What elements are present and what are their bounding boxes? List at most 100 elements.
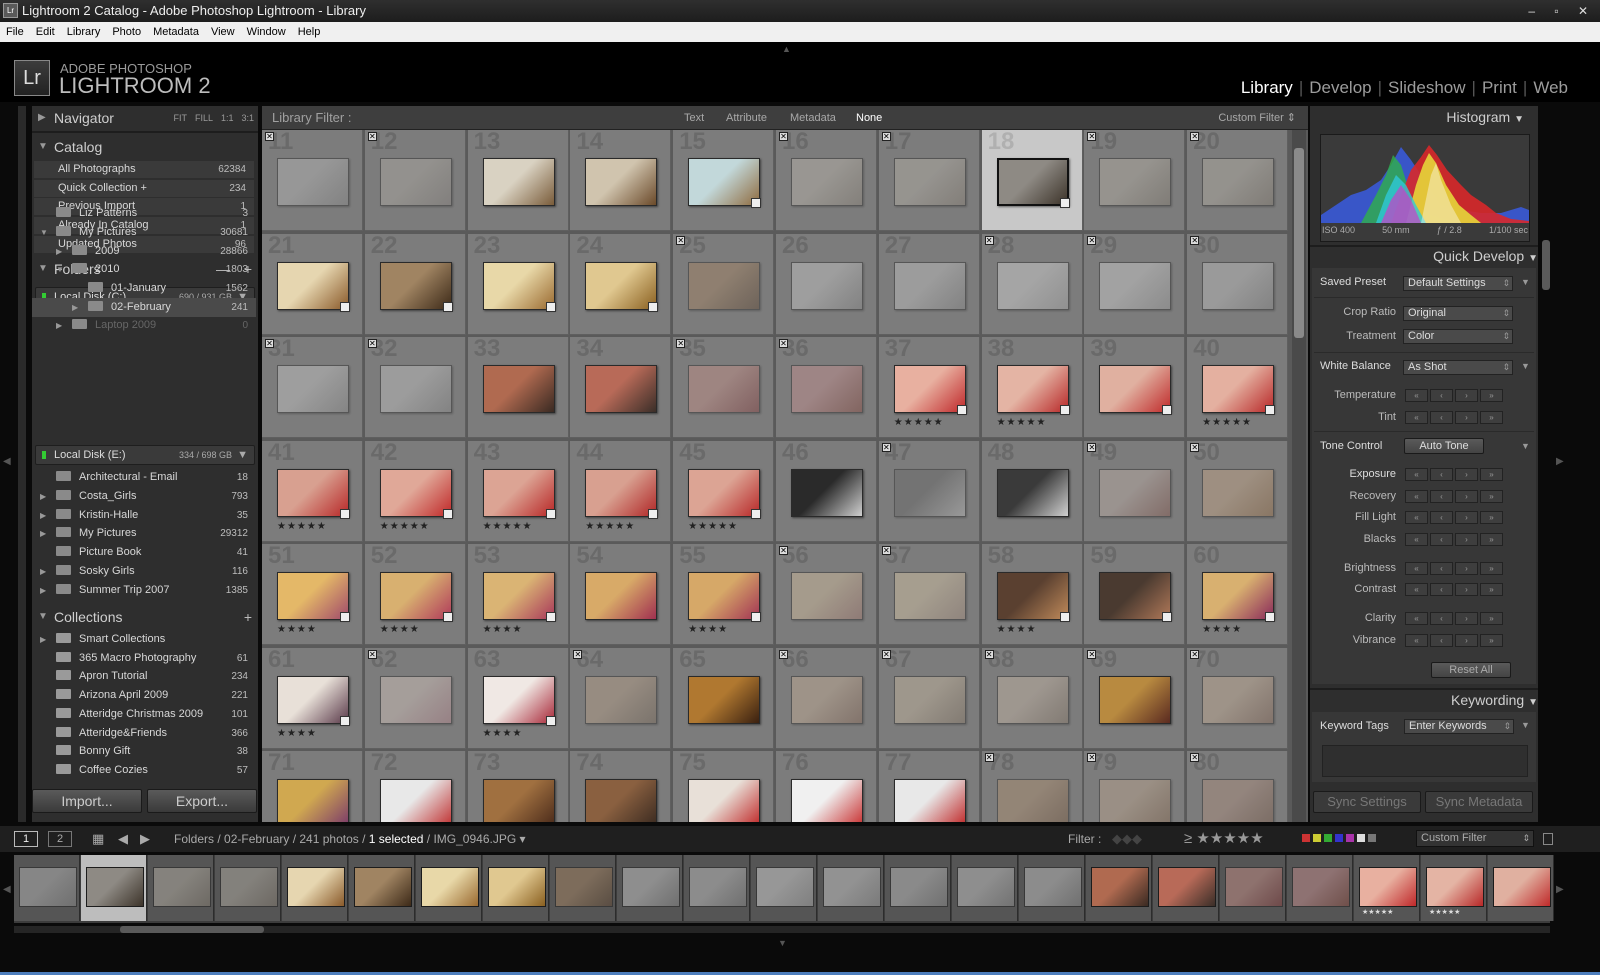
grid-cell[interactable]: 76 — [776, 749, 877, 822]
grid-cell[interactable]: 15 — [673, 130, 775, 231]
filmstrip-frame[interactable]: ★★★★★ — [1421, 855, 1487, 921]
filmstrip-frame[interactable] — [885, 855, 951, 921]
filmstrip-thumbnail[interactable] — [153, 867, 211, 907]
menu-photo[interactable]: Photo — [112, 26, 141, 38]
filmstrip-frame[interactable] — [81, 855, 147, 921]
photo-thumbnail[interactable] — [1202, 158, 1275, 206]
grid-cell[interactable]: 55 ★★★★ — [673, 542, 775, 645]
grid-view-icon[interactable]: ▦ — [92, 826, 104, 852]
photo-thumbnail[interactable] — [1202, 675, 1275, 724]
step-up-large[interactable]: » — [1480, 562, 1503, 575]
photo-thumbnail[interactable] — [996, 572, 1069, 620]
zoom-option-0[interactable]: FIT — [173, 113, 187, 123]
filmstrip-thumbnail[interactable] — [957, 867, 1015, 907]
recovery-stepper[interactable]: «‹ ›» — [1405, 490, 1503, 503]
grid-scrollbar-thumb[interactable] — [1294, 148, 1304, 338]
star-rating[interactable]: ★★★★★ — [585, 521, 635, 532]
photo-thumbnail[interactable] — [277, 572, 349, 620]
grid-cell[interactable]: 22 — [364, 232, 466, 335]
reject-flag-icon[interactable]: ✕ — [881, 649, 891, 659]
reject-flag-icon[interactable]: ✕ — [367, 132, 377, 141]
star-rating[interactable]: ★★★★★ — [688, 521, 738, 532]
star-rating[interactable]: ★★★★★ — [894, 417, 944, 428]
grid-cell[interactable]: 21 — [262, 232, 363, 335]
step-up-large[interactable]: » — [1480, 612, 1503, 625]
sync-metadata-button[interactable]: Sync Metadata — [1425, 791, 1533, 813]
step-down[interactable]: ‹ — [1430, 511, 1453, 524]
folder-item[interactable]: ▶ Costa_Girls 793 — [32, 487, 256, 506]
photo-thumbnail[interactable] — [688, 572, 761, 620]
collection-item[interactable]: 365 Macro Photography 61 — [32, 649, 256, 668]
disk-e[interactable]: Local Disk (E:) 334 / 698 GB ▼ — [35, 445, 255, 465]
grid-cell[interactable]: 57 ✕ — [878, 542, 980, 645]
photo-thumbnail[interactable] — [1099, 261, 1172, 310]
reject-flag-icon[interactable]: ✕ — [676, 235, 686, 245]
grid-cell[interactable]: 56 ✕ — [776, 542, 877, 645]
photo-thumbnail[interactable] — [585, 158, 658, 206]
step-down[interactable]: ‹ — [1430, 533, 1453, 546]
reject-flag-icon[interactable]: ✕ — [779, 339, 788, 348]
grid-cell[interactable]: 67 ✕ — [878, 646, 980, 749]
step-down[interactable]: ‹ — [1430, 583, 1453, 596]
photo-thumbnail[interactable] — [277, 779, 349, 822]
module-web[interactable]: Web — [1533, 78, 1568, 97]
photo-thumbnail[interactable] — [688, 675, 761, 724]
grid-cell[interactable]: 14 — [570, 130, 672, 231]
menu-file[interactable]: File — [6, 26, 24, 38]
filmstrip-right-icon[interactable]: ▶ — [1556, 884, 1564, 895]
grid-cell[interactable]: 61 ★★★★ — [262, 646, 363, 749]
filmstrip-frame[interactable] — [751, 855, 817, 921]
folder-item[interactable]: ▶ Summer Trip 2007 1385 — [32, 581, 256, 600]
star-rating[interactable]: ★★★★ — [277, 624, 317, 635]
photo-thumbnail[interactable] — [379, 365, 452, 413]
grid-cell[interactable]: 34 — [570, 335, 672, 438]
grid-cell[interactable]: 33 — [467, 335, 569, 438]
step-up-large[interactable]: » — [1480, 634, 1503, 647]
section-toggle-icon[interactable]: ▼ — [1521, 720, 1530, 730]
brightness-stepper[interactable]: «‹ ›» — [1405, 562, 1503, 575]
reject-flag-icon[interactable]: ✕ — [1087, 442, 1097, 452]
step-up[interactable]: › — [1455, 490, 1478, 503]
reject-flag-icon[interactable]: ✕ — [1190, 132, 1200, 141]
filmstrip-thumbnail[interactable] — [1493, 867, 1551, 907]
filmstrip-frame[interactable] — [684, 855, 750, 921]
photo-thumbnail[interactable] — [893, 261, 966, 310]
filmstrip-source[interactable]: Folders / 02-February / 241 photos / 1 s… — [174, 826, 526, 852]
saved-preset-select[interactable]: Default Settings ⇕ — [1403, 276, 1513, 291]
reject-flag-icon[interactable]: ✕ — [1190, 235, 1200, 245]
grid-cell[interactable]: 51 ★★★★ — [262, 542, 363, 645]
step-down-large[interactable]: « — [1405, 468, 1428, 481]
grid-cell[interactable]: 54 — [570, 542, 672, 645]
reject-flag-icon[interactable]: ✕ — [367, 339, 377, 348]
collection-item[interactable]: Arizona April 2009 221 — [32, 686, 256, 705]
step-up-large[interactable]: » — [1480, 533, 1503, 546]
filter-text[interactable]: Text — [684, 106, 704, 130]
photo-thumbnail[interactable] — [688, 158, 761, 206]
photo-thumbnail[interactable] — [585, 675, 658, 724]
photo-thumbnail[interactable] — [379, 158, 452, 206]
catalog-item[interactable]: All Photographs 62384 — [34, 161, 254, 178]
reject-flag-icon[interactable]: ✕ — [1087, 235, 1097, 245]
disk-menu-icon[interactable]: ▼ — [237, 446, 248, 464]
blue-label-icon[interactable] — [1335, 834, 1343, 842]
step-down[interactable]: ‹ — [1430, 411, 1453, 424]
quick-develop-header[interactable]: Quick Develop ▼ — [1433, 248, 1538, 264]
photo-thumbnail[interactable] — [1202, 261, 1275, 310]
step-up[interactable]: › — [1455, 533, 1478, 546]
photo-thumbnail[interactable] — [996, 468, 1069, 517]
reject-flag-icon[interactable]: ✕ — [881, 132, 891, 141]
filmstrip-frame[interactable] — [416, 855, 482, 921]
grid-cell[interactable]: 17 ✕ — [878, 130, 980, 231]
photo-thumbnail[interactable] — [688, 468, 761, 517]
grid-cell[interactable]: 11 ✕ — [262, 130, 363, 231]
yellow-label-icon[interactable] — [1313, 834, 1321, 842]
filmstrip-thumbnail[interactable] — [555, 867, 613, 907]
grid-cell[interactable]: 19 ✕ — [1084, 130, 1186, 231]
grid-cell[interactable]: 48 — [981, 439, 1083, 542]
grid-cell[interactable]: 63 ★★★★ — [467, 646, 569, 749]
photo-thumbnail[interactable] — [996, 779, 1069, 822]
reject-flag-icon[interactable]: ✕ — [1190, 442, 1200, 452]
grid-cell[interactable]: 62 ✕ — [364, 646, 466, 749]
folder-expand-icon[interactable]: ▶ — [40, 524, 46, 543]
menu-edit[interactable]: Edit — [36, 26, 55, 38]
